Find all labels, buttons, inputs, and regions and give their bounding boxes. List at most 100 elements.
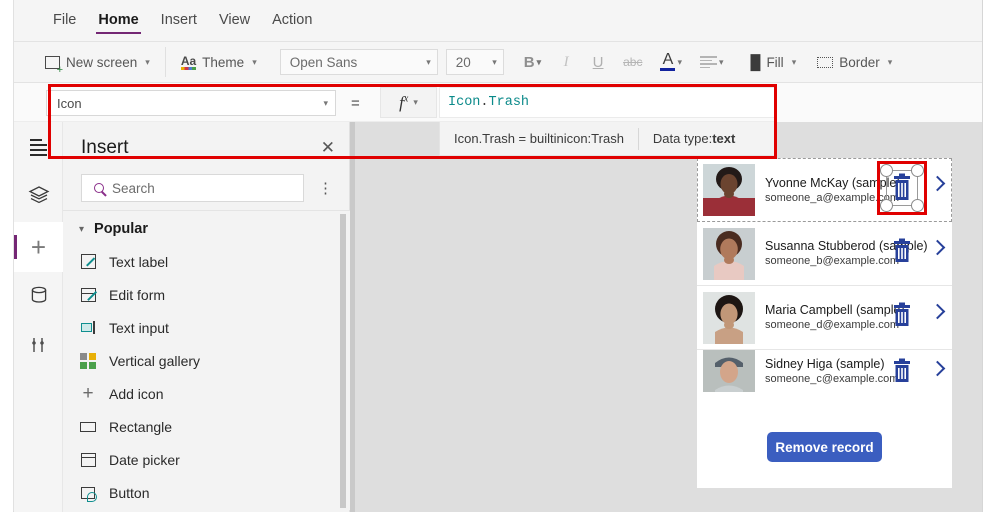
list-item-edit-form[interactable]: Edit form [63,278,350,311]
app-screen-canvas[interactable]: Yvonne McKay (sample) someone_a@example.… [697,158,952,488]
gallery-item-text: Susanna Stubberod (sample) someone_b@exa… [755,239,952,268]
underline-button[interactable]: U [587,49,609,75]
insert-item-list[interactable]: ▾ Popular Text label Edit form | Text in… [63,210,350,510]
theme-button[interactable]: Aa Theme ▾ [174,51,264,74]
list-item-date-picker[interactable]: Date picker [63,443,350,476]
border-button[interactable]: Border ▾ [810,51,899,74]
add-icon: + [82,382,94,404]
fx-button[interactable]: fx ▾ [380,87,437,118]
ribbon-group-font: Open Sans ▾ 20 ▾ [272,42,512,82]
date-picker-icon [79,451,97,469]
insert-group-popular[interactable]: ▾ Popular [63,211,350,245]
canvas-right-gutter [952,122,982,512]
contact-name: Maria Campbell (sample) [765,303,905,317]
formula-input[interactable]: Icon. Trash [439,87,775,118]
ribbon-group-screen: New screen ▾ [14,42,165,82]
contact-email: someone_b@example.com [765,255,900,267]
chevron-down-icon: ▾ [677,56,682,67]
trash-icon[interactable] [892,238,914,264]
canvas-scrollbar[interactable] [350,122,355,512]
chevron-down-icon: ▾ [492,56,497,67]
menu-bar: File Home Insert View Action [14,0,982,42]
powerapps-studio: File Home Insert View Action New screen … [0,0,1001,523]
menu-item-insert[interactable]: Insert [150,0,208,37]
list-item-label: Button [109,484,150,501]
list-item-add-icon[interactable]: + Add icon [63,377,350,410]
ribbon-group-theme: Aa Theme ▾ [166,42,272,82]
formula-token-property: Trash [488,95,530,110]
align-button[interactable]: ▾ [696,49,728,75]
close-icon[interactable]: ✕ [321,138,335,158]
sidebar-item-tree-view[interactable] [14,172,63,222]
list-item-button[interactable]: Button [63,476,350,509]
sidebar-item-menu[interactable] [14,122,63,172]
list-item-label: Date picker [109,451,180,468]
resize-handle[interactable] [911,199,924,212]
formula-tooltip-expression: Icon.Trash = builtinicon:Trash [454,131,624,146]
sidebar-item-insert[interactable]: + [14,222,63,272]
resize-handle[interactable] [911,164,924,177]
list-item-label: Add icon [109,385,164,402]
sidebar-item-tools[interactable] [14,322,63,372]
list-item-label: Vertical gallery [109,352,201,369]
list-item-text-label[interactable]: Text label [63,245,350,278]
selected-icon-handles[interactable] [877,161,927,215]
database-icon [30,285,48,310]
font-size-select[interactable]: 20 ▾ [445,49,504,75]
fill-label: Fill [766,54,784,70]
new-screen-icon [45,55,63,76]
property-select[interactable]: Icon ▾ [46,90,336,116]
app-window: File Home Insert View Action New screen … [13,0,983,512]
sidebar-item-data[interactable] [14,272,63,322]
strikethrough-button[interactable]: abc [619,49,646,75]
search-icon [94,183,104,193]
theme-icon: Aa [180,53,197,70]
list-item-label: Text label [109,253,169,270]
chevron-down-icon: ▾ [718,56,724,67]
trash-icon[interactable] [892,302,914,328]
menu-item-home[interactable]: Home [87,0,149,37]
italic-button[interactable]: I [555,49,577,75]
gallery-item[interactable]: Susanna Stubberod (sample) someone_b@exa… [697,222,952,286]
font-color-button[interactable]: A ▾ [656,49,686,75]
tools-icon [29,335,49,360]
chevron-down-icon: ▾ [536,56,542,67]
menu-item-file[interactable]: File [42,0,87,37]
list-item-vertical-gallery[interactable]: Vertical gallery [63,344,350,377]
trash-icon[interactable] [892,358,914,384]
contact-name: Susanna Stubberod (sample) [765,239,928,253]
new-screen-button[interactable]: New screen ▾ [38,51,157,76]
bold-button[interactable]: B ▾ [520,49,545,75]
gallery-item[interactable]: Sidney Higa (sample) someone_c@example.c… [697,350,952,392]
trash-icon[interactable] [892,173,912,208]
text-label-icon [79,253,97,271]
menu-item-action[interactable]: Action [261,0,323,37]
font-family-select[interactable]: Open Sans ▾ [279,49,438,75]
list-item-rectangle[interactable]: Rectangle [63,410,350,443]
gallery-item[interactable]: Maria Campbell (sample) someone_d@exampl… [697,286,952,350]
vertical-gallery[interactable]: Yvonne McKay (sample) someone_a@example.… [697,158,952,392]
rectangle-icon [79,418,97,436]
font-family-value: Open Sans [289,54,358,70]
search-input[interactable]: Search [81,174,304,202]
font-color-letter: A [662,51,674,68]
chevron-down-icon: ▾ [145,56,150,67]
insert-panel-title: Insert [81,137,129,158]
chevron-down-icon: ▾ [79,223,85,235]
more-options-icon[interactable]: ⋮ [310,181,341,196]
edit-form-icon [79,286,97,304]
underline-label: U [592,53,604,71]
chevron-down-icon: ▾ [887,56,893,67]
vertical-gallery-icon [79,352,97,370]
gallery-item[interactable]: Yvonne McKay (sample) someone_a@example.… [697,158,952,222]
menu-item-view[interactable]: View [208,0,261,37]
fill-button[interactable]: █ Fill ▾ [744,50,804,74]
canvas-area: Yvonne McKay (sample) someone_a@example.… [350,122,982,512]
insert-panel-scrollbar[interactable] [340,214,346,508]
equals-sign: = [351,95,360,112]
italic-label: I [563,53,569,70]
gallery-item-text: Sidney Higa (sample) someone_c@example.c… [755,357,952,386]
chevron-down-icon: ▾ [413,97,418,107]
remove-record-button[interactable]: Remove record [767,432,882,462]
list-item-text-input[interactable]: | Text input [63,311,350,344]
